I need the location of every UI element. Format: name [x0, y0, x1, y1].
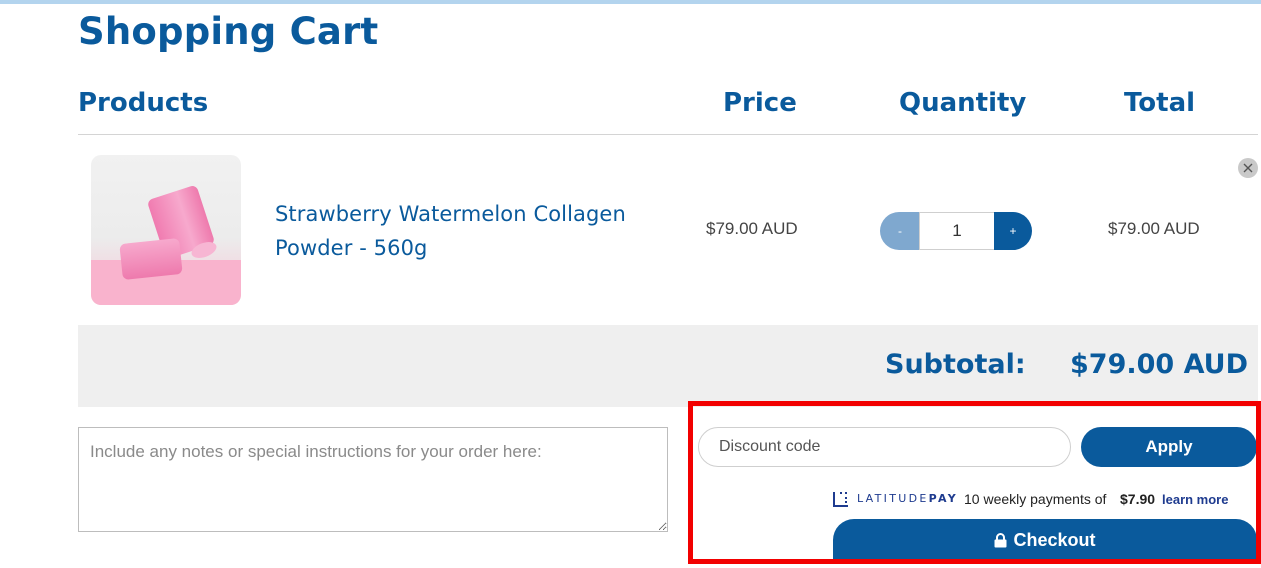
image-can-shape [119, 237, 183, 281]
subtotal-value: $79.00 AUD [1070, 349, 1248, 380]
page-title: Shopping Cart [78, 10, 379, 53]
column-header-products: Products [78, 88, 209, 118]
product-image[interactable] [91, 155, 241, 305]
quantity-input[interactable]: 1 [919, 212, 995, 250]
top-accent-bar [0, 0, 1261, 4]
line-total: $79.00 AUD [1108, 219, 1200, 238]
highlight-box [688, 401, 1261, 564]
header-divider [78, 134, 1258, 135]
product-name-link[interactable]: Strawberry Watermelon Collagen Powder - … [275, 197, 655, 265]
column-header-total: Total [1124, 88, 1196, 118]
unit-price: $79.00 AUD [706, 219, 798, 238]
close-icon-glyph [1243, 163, 1253, 173]
quantity-increase-button[interactable]: + [994, 212, 1032, 250]
column-header-quantity: Quantity [899, 88, 1027, 118]
order-notes-field[interactable] [78, 427, 668, 532]
quantity-stepper: - 1 + [880, 212, 1032, 250]
column-header-price: Price [723, 88, 797, 118]
quantity-decrease-button[interactable]: - [880, 212, 920, 250]
close-icon[interactable] [1238, 158, 1258, 178]
subtotal-label: Subtotal: [885, 349, 1026, 380]
